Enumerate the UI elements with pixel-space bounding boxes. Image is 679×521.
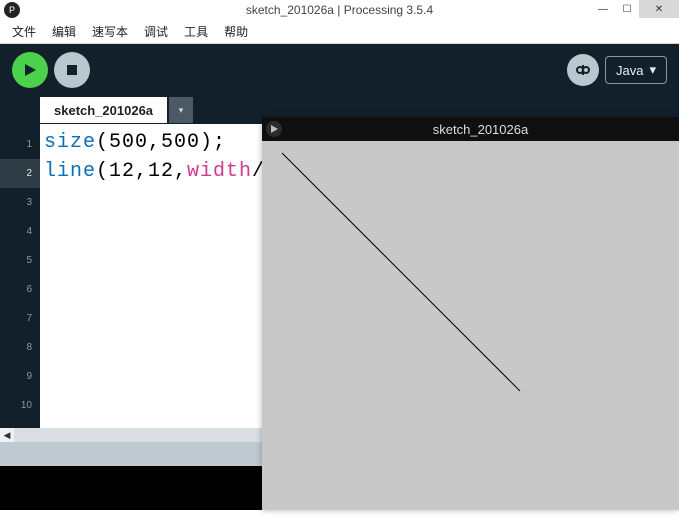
menu-edit[interactable]: 编辑 [44,21,84,42]
menu-debug[interactable]: 调试 [136,21,176,42]
line-number: 10 [0,391,40,420]
mode-selector[interactable]: Java ▾ [605,56,667,84]
line-number: 4 [0,217,40,246]
line-number: 6 [0,275,40,304]
tab-dropdown[interactable]: ▾ [169,97,193,123]
debug-icon [575,62,591,78]
line-number: 7 [0,304,40,333]
line-number: 9 [0,362,40,391]
scroll-left-icon[interactable]: ◀ [0,428,14,442]
stop-button[interactable] [54,52,90,88]
processing-sketch-icon [266,121,282,137]
debug-button[interactable] [567,54,599,86]
menu-tools[interactable]: 工具 [176,21,216,42]
line-gutter: 1 2 3 4 5 6 7 8 9 10 [0,124,40,428]
sketch-output-window: sketch_201026a [262,117,679,510]
sketch-tab[interactable]: sketch_201026a [40,97,167,123]
line-number: 2 [0,159,40,188]
mode-label: Java [616,63,643,78]
run-button[interactable] [12,52,48,88]
stop-icon [66,64,78,76]
output-titlebar[interactable]: sketch_201026a [262,117,679,141]
drawn-line [282,153,520,391]
play-icon [23,63,37,77]
line-number: 8 [0,333,40,362]
line-number: 5 [0,246,40,275]
output-title: sketch_201026a [282,122,679,137]
window-titlebar: P sketch_201026a | Processing 3.5.4 — ☐ … [0,0,679,20]
line-number: 3 [0,188,40,217]
code-token: (500,500); [96,131,226,154]
line-number: 1 [0,130,40,159]
menu-file[interactable]: 文件 [4,21,44,42]
menu-help[interactable]: 帮助 [216,21,256,42]
menu-bar: 文件 编辑 速写本 调试 工具 帮助 [0,20,679,44]
code-token: width [187,160,252,183]
code-token: (12,12, [96,160,187,183]
code-token: size [44,131,96,154]
window-title: sketch_201026a | Processing 3.5.4 [0,3,679,17]
menu-sketch[interactable]: 速写本 [84,21,136,42]
sketch-canvas [270,141,679,510]
code-token: line [44,160,96,183]
toolbar: Java ▾ [0,44,679,96]
chevron-down-icon: ▾ [649,62,656,78]
